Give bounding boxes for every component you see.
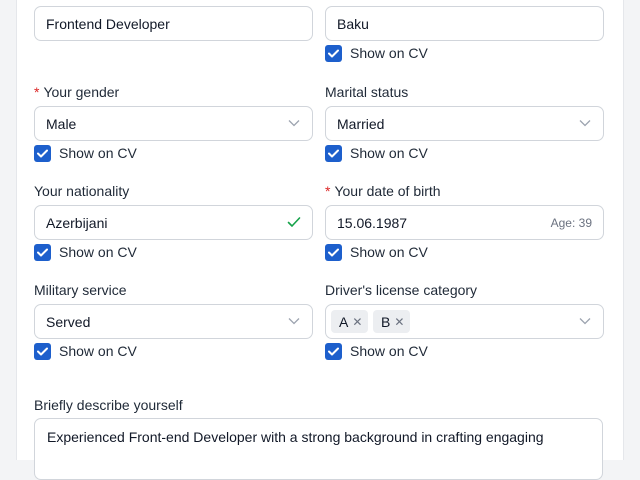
license-multiselect[interactable]: A ✕ B ✕ bbox=[325, 304, 604, 339]
profile-form-card: Frontend Developer Baku Show on CV * Your… bbox=[16, 0, 624, 480]
checkbox-label: Show on CV bbox=[59, 145, 137, 161]
city-value: Baku bbox=[337, 16, 369, 32]
checkbox-checked-icon bbox=[325, 144, 342, 162]
marital-label: Marital status bbox=[325, 84, 409, 100]
checkbox-checked-icon bbox=[325, 342, 342, 360]
license-tag-b: B ✕ bbox=[373, 310, 411, 333]
gender-label: * Your gender bbox=[34, 84, 120, 100]
about-value: Experienced Front-end Developer with a s… bbox=[47, 429, 544, 445]
checkbox-checked-icon bbox=[325, 44, 342, 62]
age-readout: Age: 39 bbox=[550, 216, 592, 230]
military-value: Served bbox=[46, 314, 91, 330]
checkbox-label: Show on CV bbox=[59, 343, 137, 359]
checkbox-label: Show on CV bbox=[350, 45, 428, 61]
checkbox-label: Show on CV bbox=[350, 343, 428, 359]
remove-tag-icon[interactable]: ✕ bbox=[352, 315, 362, 329]
about-textarea[interactable]: Experienced Front-end Developer with a s… bbox=[34, 418, 603, 480]
marital-show-on-cv-checkbox[interactable]: Show on CV bbox=[325, 144, 428, 162]
nationality-input[interactable]: Azerbijani bbox=[34, 205, 313, 240]
tag-label: B bbox=[381, 313, 391, 330]
military-select[interactable]: Served bbox=[34, 304, 313, 339]
gender-show-on-cv-checkbox[interactable]: Show on CV bbox=[34, 144, 137, 162]
chevron-down-icon bbox=[288, 120, 300, 127]
checkbox-checked-icon bbox=[325, 243, 342, 261]
position-value: Frontend Developer bbox=[46, 16, 170, 32]
chevron-down-icon bbox=[579, 318, 591, 325]
license-show-on-cv-checkbox[interactable]: Show on CV bbox=[325, 342, 428, 360]
city-show-on-cv-checkbox[interactable]: Show on CV bbox=[325, 44, 428, 62]
required-marker: * bbox=[34, 84, 40, 100]
valid-check-icon bbox=[287, 217, 301, 227]
birth-date-input[interactable]: 15.06.1987 Age: 39 bbox=[325, 205, 604, 240]
birth-date-value: 15.06.1987 bbox=[337, 215, 408, 231]
marital-select[interactable]: Married bbox=[325, 106, 604, 141]
chevron-down-icon bbox=[579, 120, 591, 127]
gender-value: Male bbox=[46, 116, 77, 132]
birth-show-on-cv-checkbox[interactable]: Show on CV bbox=[325, 243, 428, 261]
chevron-down-icon bbox=[288, 318, 300, 325]
gender-select[interactable]: Male bbox=[34, 106, 313, 141]
checkbox-checked-icon bbox=[34, 144, 51, 162]
checkbox-checked-icon bbox=[34, 342, 51, 360]
marital-value: Married bbox=[337, 116, 385, 132]
military-label: Military service bbox=[34, 282, 127, 298]
required-marker: * bbox=[325, 183, 331, 199]
nationality-value: Azerbijani bbox=[46, 215, 108, 231]
city-input[interactable]: Baku bbox=[325, 6, 604, 41]
about-label: Briefly describe yourself bbox=[34, 397, 183, 413]
license-tag-a: A ✕ bbox=[331, 310, 369, 333]
license-label: Driver's license category bbox=[325, 282, 478, 298]
military-show-on-cv-checkbox[interactable]: Show on CV bbox=[34, 342, 137, 360]
birth-label: * Your date of birth bbox=[325, 183, 441, 199]
checkbox-checked-icon bbox=[34, 243, 51, 261]
checkbox-label: Show on CV bbox=[350, 244, 428, 260]
checkbox-label: Show on CV bbox=[350, 145, 428, 161]
nationality-label: Your nationality bbox=[34, 183, 130, 199]
remove-tag-icon[interactable]: ✕ bbox=[394, 315, 404, 329]
nationality-show-on-cv-checkbox[interactable]: Show on CV bbox=[34, 243, 137, 261]
tag-label: A bbox=[339, 313, 349, 330]
checkbox-label: Show on CV bbox=[59, 244, 137, 260]
position-input[interactable]: Frontend Developer bbox=[34, 6, 313, 41]
